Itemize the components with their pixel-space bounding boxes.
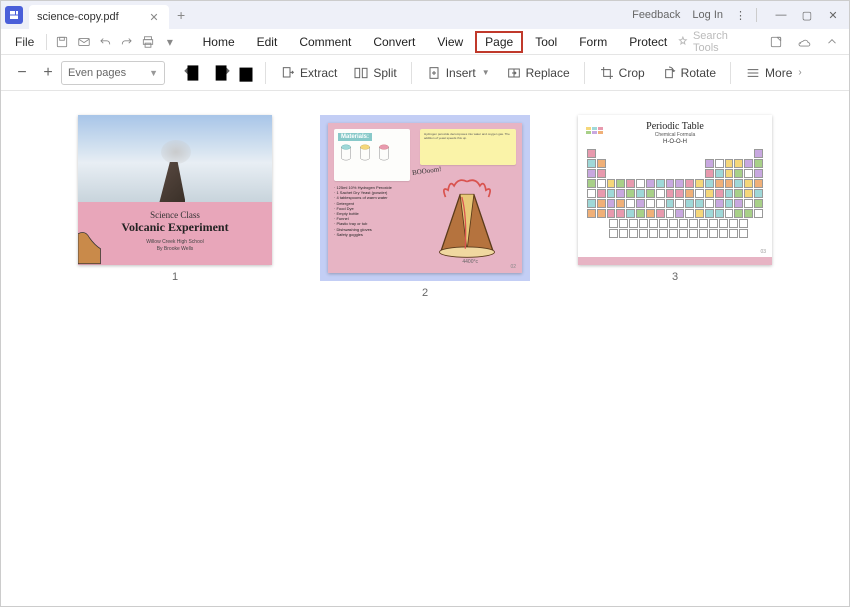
more-button[interactable]: More› [737, 61, 810, 85]
volcano-illustration [422, 173, 512, 259]
maximize-button[interactable]: ▢ [795, 5, 819, 25]
page1-heading-big: Volcanic Experiment [88, 220, 262, 235]
page1-author: By Brooke Wells [88, 246, 262, 253]
menu-comment[interactable]: Comment [289, 31, 361, 53]
materials-list: · 125ml 10% Hydrogen Peroxide · 1 Sachet… [334, 185, 412, 237]
zoom-in-button[interactable]: + [35, 60, 61, 86]
materials-label: Materials: [338, 133, 372, 141]
insert-button[interactable]: Insert▼ [418, 61, 498, 85]
share-icon[interactable] [765, 31, 787, 53]
menu-home[interactable]: Home [193, 31, 245, 53]
thumbnail-grid: Science Class Volcanic Experiment Willow… [1, 91, 849, 606]
delete-page-icon[interactable] [233, 60, 259, 86]
app-icon [5, 6, 23, 24]
menu-protect[interactable]: Protect [619, 31, 677, 53]
page-thumbnail-3[interactable]: Periodic Table Chemical Formula H-O-O-H … [578, 115, 772, 283]
dropdown-icon[interactable]: ▾ [159, 31, 181, 53]
page1-heading-small: Science Class [88, 210, 262, 220]
replace-button[interactable]: Replace [498, 61, 578, 85]
collapse-icon[interactable] [821, 31, 843, 53]
titlebar: science-copy.pdf ✕ + Feedback Log In ⋮ —… [1, 1, 849, 29]
pages-filter-label: Even pages [68, 67, 126, 79]
crop-button[interactable]: Crop [591, 61, 653, 85]
redo-icon[interactable] [116, 31, 138, 53]
thumbnail-number: 3 [672, 271, 678, 283]
split-button[interactable]: Split [345, 61, 404, 85]
search-tools[interactable]: Search Tools [677, 30, 755, 54]
thumbnail-number: 1 [172, 271, 178, 283]
tab-title: science-copy.pdf [37, 11, 147, 23]
search-tools-label: Search Tools [693, 30, 755, 54]
mail-icon[interactable] [73, 31, 95, 53]
rotate-button[interactable]: Rotate [653, 61, 724, 85]
pages-filter-select[interactable]: Even pages ▼ [61, 61, 165, 85]
menu-file[interactable]: File [7, 32, 42, 52]
page-thumbnail-1[interactable]: Science Class Volcanic Experiment Willow… [78, 115, 272, 283]
page-number: 02 [510, 264, 516, 270]
close-window-button[interactable]: ✕ [821, 5, 845, 25]
kebab-icon[interactable]: ⋮ [735, 9, 746, 22]
rotate-right-icon[interactable] [207, 60, 233, 86]
cloud-icon[interactable] [793, 31, 815, 53]
feedback-link[interactable]: Feedback [632, 9, 680, 21]
thumbnail-number: 2 [422, 287, 428, 299]
sticky-note: Hydrogen peroxide decomposes into water … [420, 129, 516, 165]
close-tab-icon[interactable]: ✕ [147, 10, 161, 24]
menu-page[interactable]: Page [475, 31, 523, 53]
minimize-button[interactable]: — [769, 5, 793, 25]
zoom-out-button[interactable]: − [9, 60, 35, 86]
temperature-label: 4400°c [462, 259, 478, 265]
document-tab[interactable]: science-copy.pdf ✕ [29, 5, 169, 29]
menu-view[interactable]: View [427, 31, 473, 53]
page1-school: Willow Creek High School [88, 239, 262, 246]
add-tab-button[interactable]: + [177, 7, 185, 23]
chevron-down-icon: ▼ [149, 68, 158, 78]
page-number: 03 [760, 249, 766, 255]
rotate-left-icon[interactable] [181, 60, 207, 86]
menu-form[interactable]: Form [569, 31, 617, 53]
page3-formula: H-O-O-H [578, 139, 772, 145]
menu-tool[interactable]: Tool [525, 31, 567, 53]
legend [586, 127, 608, 135]
menu-edit[interactable]: Edit [247, 31, 288, 53]
page-thumbnail-2[interactable]: Materials: Hydrogen peroxide decomposes … [320, 115, 530, 299]
print-icon[interactable] [138, 31, 160, 53]
undo-icon[interactable] [94, 31, 116, 53]
login-link[interactable]: Log In [692, 9, 723, 21]
extract-button[interactable]: Extract [272, 61, 345, 85]
page-toolbar: − + Even pages ▼ Extract Split Insert▼ R… [1, 55, 849, 91]
menubar: File ▾ HomeEditCommentConvertViewPageToo… [1, 29, 849, 55]
periodic-table [587, 149, 763, 238]
save-icon[interactable] [51, 31, 73, 53]
menu-convert[interactable]: Convert [363, 31, 425, 53]
